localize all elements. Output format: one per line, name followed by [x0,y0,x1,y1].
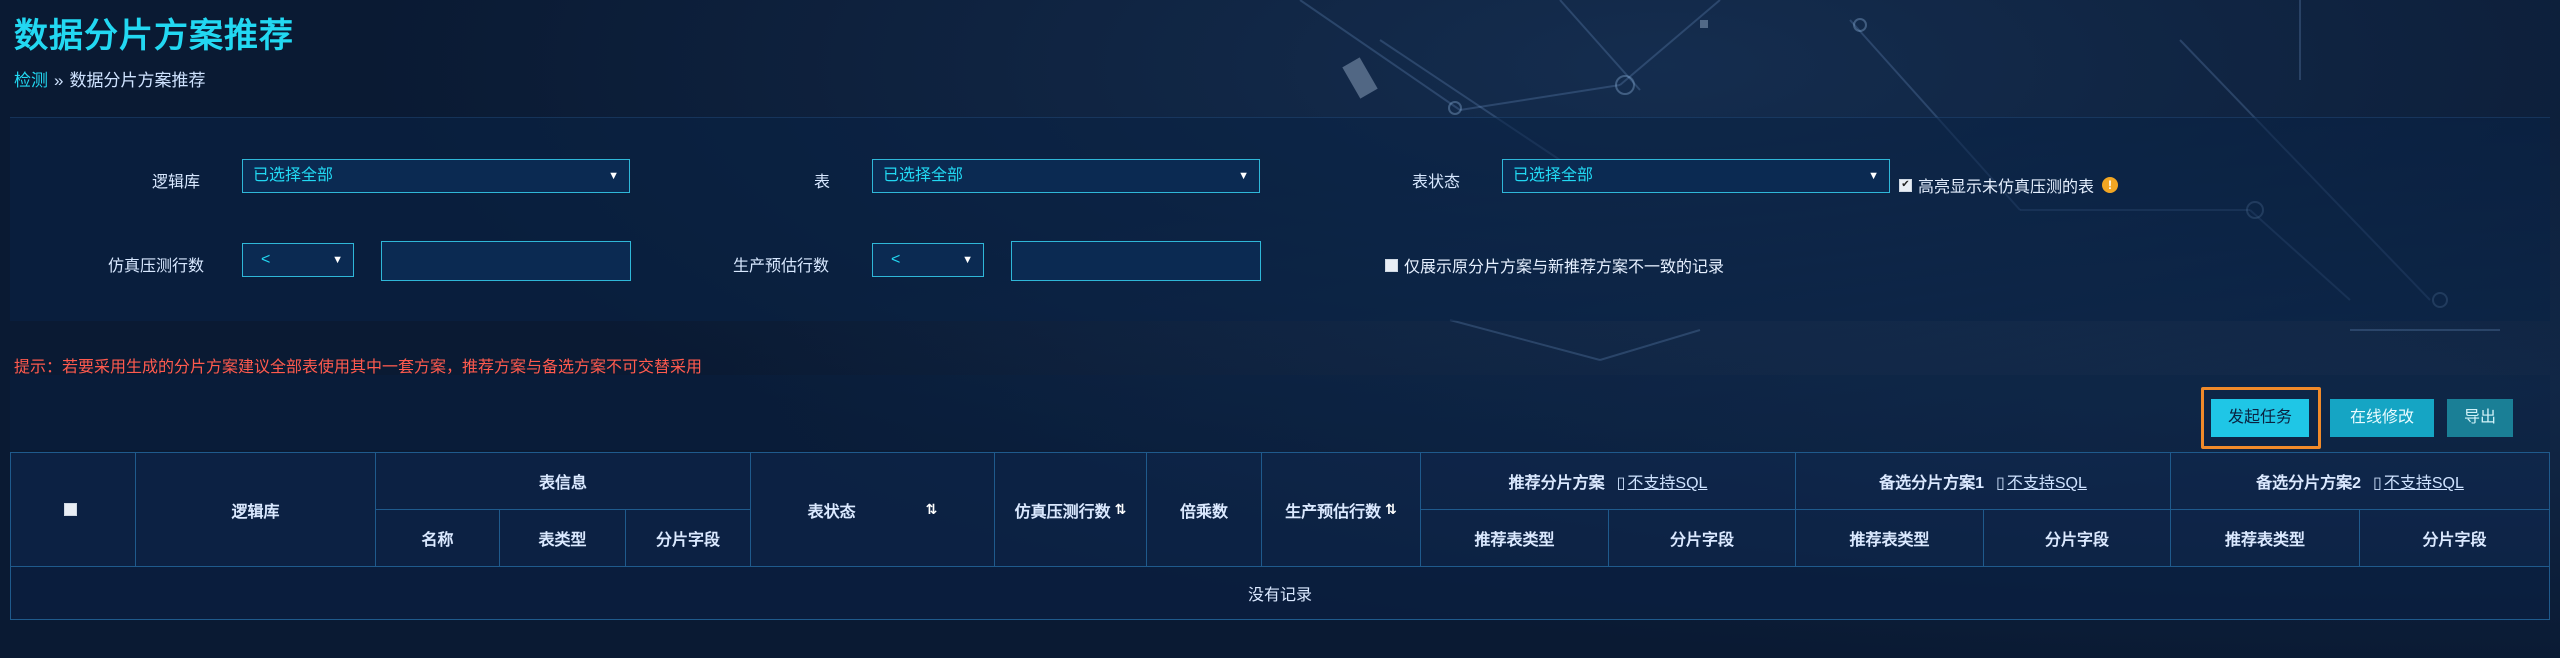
col-alt1-table-type: 推荐表类型 [1795,509,1984,567]
table-status-select-value: 已选择全部 [1513,167,1594,184]
col-alt2-shard-field: 分片字段 [2359,509,2550,567]
col-recommend-shard-field: 分片字段 [1608,509,1796,567]
col-table-info: 表信息 [375,452,751,510]
col-prod-rows-label: 生产预估行数 [1285,503,1382,521]
no-sql-link[interactable]: ▯ 不支持SQL [1996,469,2087,493]
col-table-status-label: 表状态 [807,503,856,521]
toolbar [10,375,2550,450]
breadcrumb: 检测 » 数据分片方案推荐 [14,66,205,91]
col-alt-plan-2-label: 备选分片方案2 [2256,475,2362,492]
sort-icon[interactable]: ⇅ [926,501,938,518]
table-select[interactable]: 已选择全部 ▼ [872,159,1260,193]
col-table-status[interactable]: 表状态 ⇅ [750,452,995,567]
filter-panel [10,117,2550,321]
mismatch-only-label: 仅展示原分片方案与新推荐方案不一致的记录 [1404,259,1725,276]
highlight-untested-checkbox[interactable]: ✔ [1899,178,1912,192]
col-alt1-shard-field: 分片字段 [1983,509,2171,567]
select-all-checkbox[interactable] [63,503,77,516]
col-recommend-table-type: 推荐表类型 [1420,509,1609,567]
chevron-down-icon: ▼ [332,254,343,266]
table-label: 表 [813,174,830,191]
chevron-down-icon: ▼ [962,254,973,266]
table-select-value: 已选择全部 [883,167,964,184]
empty-records-row: 没有记录 [10,566,2550,620]
col-shard-field: 分片字段 [625,509,751,567]
chevron-down-icon: ▼ [1238,170,1249,182]
col-multiplier: 倍乘数 [1146,452,1262,567]
col-alt-plan-2: 备选分片方案2 ▯ 不支持SQL [2170,452,2550,510]
sim-rows-label: 仿真压测行数 [107,258,204,275]
breadcrumb-separator: » [54,71,64,90]
online-edit-button[interactable]: 在线修改 [2330,399,2434,437]
col-table-type: 表类型 [499,509,626,567]
mismatch-only-option: 仅展示原分片方案与新推荐方案不一致的记录 [1385,253,1724,277]
info-icon[interactable]: ! [2102,177,2119,193]
document-icon: ▯ [1996,475,2005,492]
document-icon: ▯ [2373,475,2382,492]
no-sql-link-label: 不支持SQL [1627,475,1708,492]
prod-rows-operator-value: < [891,251,901,268]
no-sql-link[interactable]: ▯ 不支持SQL [2373,469,2464,493]
document-icon: ▯ [1616,475,1626,492]
prod-rows-label: 生产预估行数 [732,258,829,275]
page-title: 数据分片方案推荐 [14,17,294,55]
no-sql-link-label: 不支持SQL [2383,475,2464,492]
col-recommend-plan-label: 推荐分片方案 [1508,475,1605,492]
col-alt-plan-1-label: 备选分片方案1 [1879,475,1985,492]
mismatch-only-checkbox[interactable] [1385,258,1398,272]
select-all-cell [10,452,136,567]
col-alt2-table-type: 推荐表类型 [2170,509,2360,567]
table-status-label: 表状态 [1411,174,1460,191]
export-button[interactable]: 导出 [2447,399,2513,437]
prod-rows-input[interactable] [1011,241,1261,281]
prod-rows-operator-select[interactable]: < ▼ [872,243,984,277]
no-sql-link-label: 不支持SQL [2006,475,2087,492]
col-sim-rows[interactable]: 仿真压测行数 ⇅ [994,452,1147,567]
table-status-select[interactable]: 已选择全部 ▼ [1502,159,1890,193]
highlight-untested-option: ✔ 高亮显示未仿真压测的表 ! [1899,173,2119,197]
sim-rows-operator-select[interactable]: < ▼ [242,243,354,277]
highlight-untested-label: 高亮显示未仿真压测的表 [1918,179,2095,196]
logic-db-label: 逻辑库 [151,174,200,191]
chevron-down-icon: ▼ [1868,170,1879,182]
no-sql-link[interactable]: ▯ 不支持SQL [1617,469,1708,493]
chevron-down-icon: ▼ [608,170,619,182]
breadcrumb-link-detect[interactable]: 检测 [14,71,48,90]
sort-icon[interactable]: ⇅ [1115,501,1127,518]
sim-rows-input[interactable] [381,241,631,281]
col-prod-rows[interactable]: 生产预估行数 ⇅ [1261,452,1421,567]
records-table: 逻辑库 表信息 名称 表类型 分片字段 表状态 ⇅ 仿真压测行数 ⇅ 倍乘数 生产预… [10,452,2550,650]
col-recommend-plan: 推荐分片方案 ▯ 不支持SQL [1420,452,1796,510]
logic-db-select-value: 已选择全部 [253,167,334,184]
highlight-box [2201,387,2321,449]
col-logic-db: 逻辑库 [135,452,376,567]
col-sim-rows-label: 仿真压测行数 [1014,503,1111,521]
hint-text: 提示：若要采用生成的分片方案建议全部表使用其中一套方案，推荐方案与备选方案不可交… [14,359,703,376]
breadcrumb-current: 数据分片方案推荐 [69,71,206,90]
col-alt-plan-1: 备选分片方案1 ▯ 不支持SQL [1795,452,2171,510]
sim-rows-operator-value: < [261,251,271,268]
sort-icon[interactable]: ⇅ [1385,501,1397,518]
logic-db-select[interactable]: 已选择全部 ▼ [242,159,630,193]
col-name: 名称 [375,509,500,567]
